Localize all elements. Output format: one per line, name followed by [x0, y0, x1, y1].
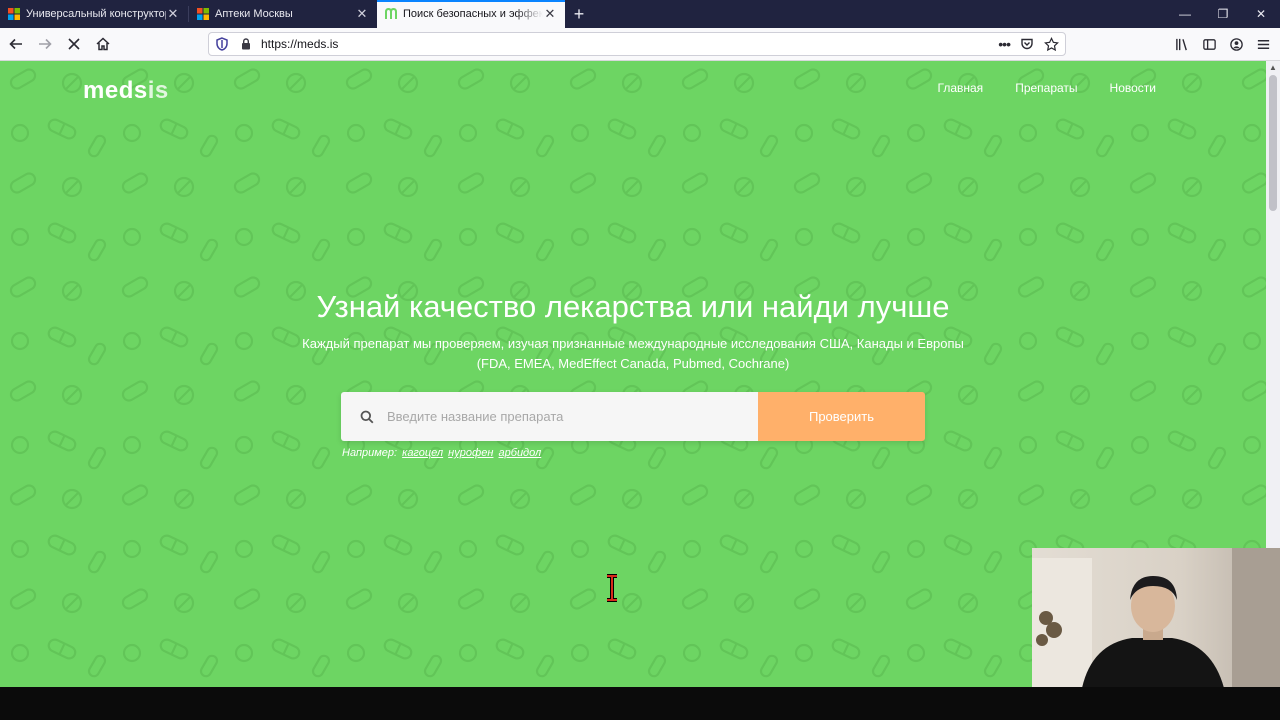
nav-link-news[interactable]: Новости [1110, 81, 1156, 95]
webcam-overlay [1032, 548, 1280, 688]
tab-strip: Универсальный конструктор ✕ Аптеки Москв… [0, 0, 1280, 28]
hero-subtitle: Каждый препарат мы проверяем, изучая при… [0, 334, 1266, 374]
drug-search-form: Проверить [341, 392, 925, 441]
logo-text: meds [83, 77, 148, 104]
scroll-thumb[interactable] [1269, 75, 1277, 211]
hero-title: Узнай качество лекарства или найди лучше [316, 289, 950, 324]
medsis-favicon-icon [385, 8, 397, 19]
tab-close-icon[interactable]: ✕ [355, 6, 369, 22]
logo-suffix: is [147, 77, 169, 104]
forward-arrow-icon[interactable] [31, 31, 58, 58]
check-button[interactable]: Проверить [758, 392, 925, 441]
bottom-black-bar [0, 687, 1280, 720]
library-icon[interactable] [1172, 32, 1193, 56]
scroll-up-arrow-icon[interactable]: ▲ [1268, 63, 1278, 73]
example-link-arbidol[interactable]: арбидол [499, 447, 542, 459]
account-icon[interactable] [1226, 32, 1247, 56]
example-link-kagocel[interactable]: кагоцел [402, 447, 443, 459]
hero-subtitle-line: (FDA, EMEA, MedEffect Canada, Pubmed, Co… [476, 356, 790, 371]
restore-icon[interactable]: ❐ [1204, 0, 1242, 28]
lock-icon[interactable] [239, 37, 253, 51]
window-controls: — ❐ ✕ [1166, 0, 1280, 28]
site-nav: Главная Препараты Новости [938, 81, 1157, 95]
tab-medsis-search[interactable]: Поиск безопасных и эффективных ✕ [377, 0, 565, 28]
sidebar-icon[interactable] [1199, 32, 1220, 56]
nav-link-home[interactable]: Главная [938, 81, 984, 95]
browser-toolbar: https://meds.is ••• [0, 28, 1280, 61]
search-icon [360, 410, 374, 423]
tracking-shield-icon[interactable] [215, 37, 229, 51]
windows-favicon-icon [197, 8, 209, 20]
hero-subtitle-line: Каждый препарат мы проверяем, изучая при… [302, 336, 964, 351]
page-actions-menu-icon[interactable]: ••• [998, 36, 1011, 52]
new-tab-plus-icon[interactable]: + [565, 0, 593, 28]
site-logo[interactable]: medsis [83, 77, 169, 105]
bookmark-star-icon[interactable] [1044, 36, 1059, 52]
back-arrow-icon[interactable] [2, 31, 29, 58]
windows-favicon-icon [8, 8, 20, 20]
tab-title: Поиск безопасных и эффективных [403, 8, 543, 20]
pocket-icon[interactable] [1020, 37, 1034, 51]
url-text[interactable]: https://meds.is [261, 37, 338, 51]
example-link-nurofen[interactable]: нурофен [448, 447, 493, 459]
drug-search-input[interactable] [387, 409, 747, 424]
hamburger-menu-icon[interactable] [1253, 32, 1274, 56]
window-close-icon[interactable]: ✕ [1242, 0, 1280, 28]
stop-loading-icon[interactable] [60, 31, 87, 58]
tab-close-icon[interactable]: ✕ [543, 6, 557, 22]
search-examples: Например: кагоцел нурофен арбидол [342, 447, 541, 459]
tab-universal-constructor[interactable]: Универсальный конструктор ✕ [0, 0, 188, 28]
tab-title: Универсальный конструктор [26, 8, 166, 20]
tab-close-icon[interactable]: ✕ [166, 6, 180, 22]
address-bar[interactable]: https://meds.is ••• [208, 32, 1066, 56]
text-cursor-icon [607, 574, 617, 602]
tab-title: Аптеки Москвы [215, 8, 293, 20]
search-field-container[interactable] [341, 392, 758, 441]
home-icon[interactable] [89, 31, 116, 58]
nav-link-drugs[interactable]: Препараты [1015, 81, 1077, 95]
examples-label: Например: [342, 447, 398, 459]
minimize-icon[interactable]: — [1166, 0, 1204, 28]
tab-moscow-pharmacies[interactable]: Аптеки Москвы ✕ [189, 0, 377, 28]
